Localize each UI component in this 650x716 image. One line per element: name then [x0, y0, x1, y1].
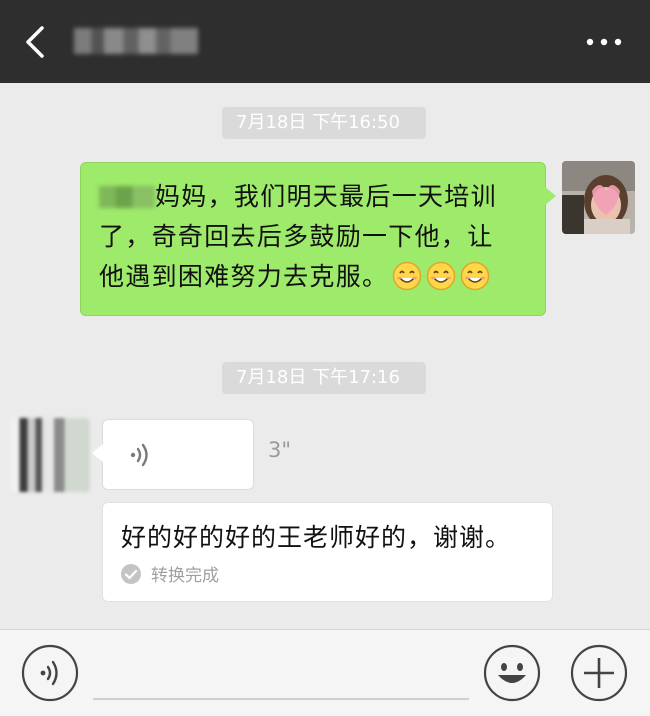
voice-waves-icon — [130, 443, 148, 467]
back-icon[interactable] — [18, 22, 58, 62]
message-timestamp: 7月18日 下午16:50 — [222, 107, 426, 139]
message-line-1: 妈妈，我们明天最后一天培训 — [155, 182, 497, 211]
emoji-icon[interactable] — [483, 644, 541, 702]
smiley-emoji-icon — [393, 261, 422, 291]
message-line-2: 了，奇奇回去后多鼓励一下他，让 — [99, 222, 494, 251]
smiley-emoji-icon — [461, 261, 490, 291]
smiley-emoji-icon — [427, 261, 456, 291]
contact-avatar-blurred[interactable] — [10, 418, 90, 492]
message-timestamp: 7月18日 下午17:16 — [222, 362, 426, 394]
top-bar — [0, 0, 650, 83]
message-text: 妈妈，我们明天最后一天培训 了，奇奇回去后多鼓励一下他，让 他遇到困难努力去克服… — [99, 177, 527, 297]
more-icon[interactable] — [584, 30, 624, 54]
voice-input-icon[interactable] — [21, 644, 79, 702]
voice-duration: 3" — [268, 438, 292, 462]
plus-icon[interactable] — [570, 644, 628, 702]
my-message-bubble[interactable]: 妈妈，我们明天最后一天培训 了，奇奇回去后多鼓励一下他，让 他遇到困难努力去克服… — [80, 162, 556, 316]
check-icon — [121, 563, 141, 584]
voice-transcript[interactable]: 好的好的好的王老师好的，谢谢。 转换完成 — [102, 502, 553, 602]
message-input[interactable] — [93, 648, 469, 700]
transcript-status-label: 转换完成 — [151, 566, 219, 586]
my-avatar[interactable] — [562, 161, 635, 234]
input-bar — [0, 629, 650, 716]
blurred-name — [99, 186, 155, 208]
voice-message-bubble[interactable] — [92, 419, 254, 490]
chat-title-blurred — [74, 28, 198, 54]
transcript-text: 好的好的好的王老师好的，谢谢。 — [121, 523, 512, 552]
message-line-3: 他遇到困难努力去克服。 — [99, 262, 389, 291]
transcript-status: 转换完成 — [121, 561, 534, 586]
